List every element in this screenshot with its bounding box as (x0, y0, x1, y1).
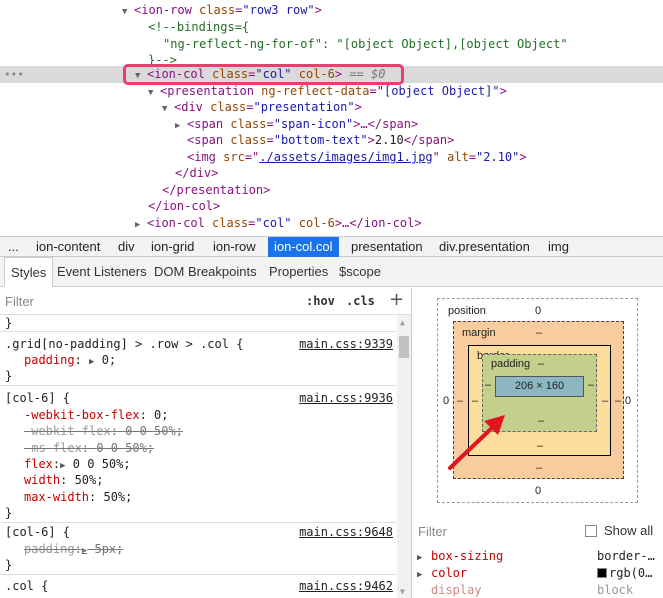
style-property[interactable]: -webkit-box-flex: 0; (24, 407, 169, 423)
show-all-label[interactable]: Show all (604, 523, 653, 538)
margin-box: margin – – – – border – – – – padding – … (453, 321, 624, 479)
computed-property-box-sizing[interactable]: ▶ box-sizing border-… (417, 548, 663, 565)
style-property-overridden[interactable]: -webkit-flex: 0 0 50%; (24, 423, 183, 439)
rule-selector[interactable]: .grid[no-padding] > .row > .col { (5, 336, 243, 352)
tab-event-listeners[interactable]: Event Listeners (51, 257, 153, 286)
breadcrumb-more[interactable]: ... (2, 237, 25, 257)
style-property[interactable]: max-width: 50%; (24, 489, 132, 505)
style-property-overridden[interactable]: padding:▶ 5px; (24, 541, 123, 557)
position-top-value[interactable]: 0 (535, 305, 541, 317)
rule-selector[interactable]: .col { (5, 578, 48, 594)
comment-bindings-body[interactable]: "ng-reflect-ng-for-of": "[object Object]… (163, 36, 568, 53)
margin-label: margin (462, 327, 496, 339)
padding-bottom-value[interactable]: – (538, 415, 544, 427)
rule-close-brace: } (5, 316, 13, 330)
styles-filter-input[interactable]: Filter (5, 294, 34, 309)
rule-source-link[interactable]: main.css:9462 (299, 578, 393, 594)
margin-right-value[interactable]: – (615, 395, 621, 407)
expand-triangle-icon[interactable]: ▼ (162, 101, 174, 118)
computed-property-color[interactable]: ▶ color rgb(0… (417, 565, 663, 582)
breadcrumb-div[interactable]: div (112, 237, 141, 257)
computed-property-display[interactable]: display block (417, 582, 663, 598)
node-div-presentation[interactable]: ▼ <div class="presentation"> (162, 99, 362, 116)
cls-toggle-button[interactable]: .cls (346, 294, 375, 308)
box-model: position 0 0 0 0 margin – – – – border –… (437, 298, 638, 503)
rule-selector[interactable]: [col-6] { (5, 390, 70, 406)
computed-filter-bar: Filter Show all (413, 520, 663, 544)
breadcrumb-presentation[interactable]: presentation (345, 237, 429, 257)
style-property-overridden[interactable]: -ms-flex: 0 0 50%; (24, 440, 154, 456)
padding-left-value[interactable]: – (485, 379, 491, 391)
tab-properties[interactable]: Properties (263, 257, 334, 286)
expand-triangle-icon[interactable]: ▼ (122, 4, 134, 21)
padding-right-value[interactable]: – (588, 379, 594, 391)
style-property[interactable]: padding: ▶ 0; (24, 352, 116, 368)
hov-toggle-button[interactable]: :hov (306, 294, 335, 308)
img-src-link[interactable]: ./assets/images/img1.jpg (259, 150, 432, 164)
node-presentation-close[interactable]: </presentation> (162, 182, 270, 199)
position-left-value[interactable]: 0 (443, 395, 449, 407)
tab-scope[interactable]: $scope (333, 257, 387, 286)
breadcrumb-ion-grid[interactable]: ion-grid (145, 237, 200, 257)
scroll-down-icon[interactable]: ▼ (400, 587, 405, 596)
style-property[interactable]: width: 50%; (24, 472, 103, 488)
breadcrumb-img[interactable]: img (542, 237, 575, 257)
border-box: border – – – – padding – – – – 206 × 160 (468, 345, 611, 456)
styles-pane: Filter :hov .cls + } .grid[no-padding] >… (0, 288, 412, 598)
comment-bindings-open[interactable]: <!--bindings={ (148, 19, 249, 36)
rule-source-link[interactable]: main.css:9648 (299, 524, 393, 540)
border-right-value[interactable]: – (602, 395, 608, 407)
rule-source-link[interactable]: main.css:9339 (299, 336, 393, 352)
show-all-checkbox[interactable] (585, 525, 597, 537)
style-property[interactable]: flex:▶ 0 0 50%; (24, 456, 131, 472)
highlight-box (123, 64, 404, 85)
node-span-icon[interactable]: ▶ <span class="span-icon">…</span> (175, 116, 418, 133)
node-div-close[interactable]: </div> (175, 165, 218, 182)
node-ion-col-collapsed[interactable]: ▶ <ion-col class="col" col-6>…</ion-col> (135, 215, 422, 232)
padding-top-value[interactable]: – (538, 358, 544, 370)
position-label: position (448, 305, 486, 317)
content-size[interactable]: 206 × 160 (495, 376, 584, 397)
node-ion-row[interactable]: ▼ <ion-row class="row3 row"> (122, 2, 322, 19)
padding-label: padding (491, 358, 531, 370)
node-span-bottom-text[interactable]: <span class="bottom-text">2.10</span> (187, 132, 454, 149)
tab-styles[interactable]: Styles (4, 257, 54, 287)
styles-filter-bar: Filter :hov .cls + (0, 288, 411, 315)
rule-close-brace: } (5, 506, 13, 520)
node-ion-col-close[interactable]: </ion-col> (148, 198, 220, 215)
position-bottom-value[interactable]: 0 (535, 485, 541, 497)
margin-top-value[interactable]: – (536, 327, 542, 339)
node-presentation[interactable]: ▼ <presentation ng-reflect-data="[object … (148, 83, 507, 100)
collapse-triangle-icon[interactable]: ▶ (135, 217, 147, 234)
tab-dom-breakpoints[interactable]: DOM Breakpoints (148, 257, 263, 286)
new-rule-button[interactable]: + (389, 289, 404, 310)
breadcrumb-ion-col-active[interactable]: ion-col.col (268, 237, 339, 257)
node-menu-dots[interactable]: ••• (4, 66, 24, 83)
breadcrumb-ion-content[interactable]: ion-content (30, 237, 106, 257)
rule-close-brace: } (5, 369, 13, 383)
breadcrumb: ... ion-content div ion-grid ion-row ion… (0, 236, 663, 257)
margin-left-value[interactable]: – (457, 395, 463, 407)
breadcrumb-ion-row[interactable]: ion-row (207, 237, 262, 257)
breadcrumb-div-presentation[interactable]: div.presentation (433, 237, 536, 257)
border-bottom-value[interactable]: – (537, 440, 543, 452)
styles-scroll-thumb[interactable] (399, 336, 409, 358)
computed-pane: position 0 0 0 0 margin – – – – border –… (413, 288, 663, 598)
computed-filter-input[interactable]: Filter (418, 524, 447, 539)
rule-close-brace: } (5, 558, 13, 572)
border-left-value[interactable]: – (472, 395, 478, 407)
scroll-up-icon[interactable]: ▲ (400, 318, 405, 327)
elements-tree: ••• ▼ <ion-row class="row3 row"> <!--bind… (0, 0, 663, 236)
expand-triangle-icon[interactable]: ▼ (148, 85, 160, 102)
rule-source-link[interactable]: main.css:9936 (299, 390, 393, 406)
color-swatch-icon (597, 568, 607, 578)
collapse-triangle-icon[interactable]: ▶ (175, 118, 187, 135)
sidebar-tabs: Styles Event Listeners DOM Breakpoints P… (0, 257, 663, 287)
position-right-value[interactable]: 0 (625, 395, 631, 407)
margin-bottom-value[interactable]: – (536, 462, 542, 474)
node-img[interactable]: <img src="./assets/images/img1.jpg" alt=… (187, 149, 527, 166)
rule-selector[interactable]: [col-6] { (5, 524, 70, 540)
padding-box: padding – – – – 206 × 160 (482, 354, 597, 432)
